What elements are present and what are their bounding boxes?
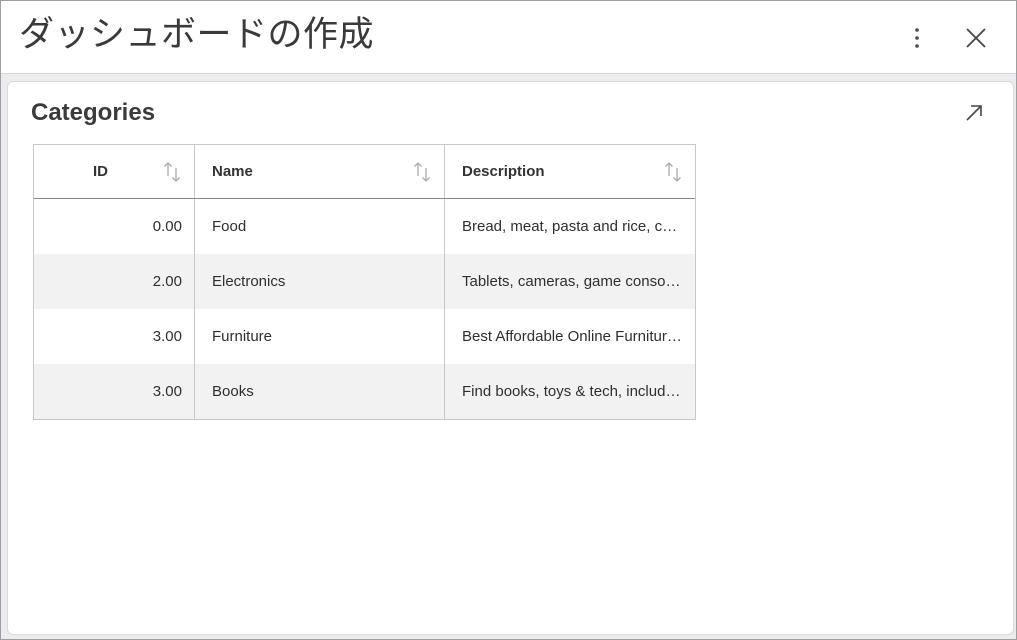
cell-description-text: Bread, meat, pasta and rice, cer… xyxy=(462,218,683,235)
cell-name: Electronics xyxy=(195,254,445,309)
table-header: ID Name Description xyxy=(34,145,695,199)
column-header-description[interactable]: Description xyxy=(445,145,695,198)
dashboard-creation-dialog: ダッシュボードの作成 Categories ID Name Descriptio… xyxy=(0,0,1017,640)
cell-description: Best Affordable Online Furnitur… xyxy=(445,309,695,364)
cell-name: Food xyxy=(195,199,445,254)
more-options-button[interactable] xyxy=(899,20,935,56)
cell-description-text: Find books, toys & tech, includi… xyxy=(462,383,683,400)
cell-name: Books xyxy=(195,364,445,419)
column-header-label: ID xyxy=(93,163,108,180)
cell-id: 3.00 xyxy=(34,309,195,364)
title-bar: ダッシュボードの作成 xyxy=(1,1,1016,74)
table-row[interactable]: 3.00 Furniture Best Affordable Online Fu… xyxy=(34,309,695,364)
sort-icon[interactable] xyxy=(412,161,432,183)
dialog-title: ダッシュボードの作成 xyxy=(19,15,375,55)
cell-description-text: Best Affordable Online Furnitur… xyxy=(462,328,682,345)
cell-id: 2.00 xyxy=(34,254,195,309)
categories-table: ID Name Description 0.00 Food Bread, mea… xyxy=(33,144,696,420)
more-vertical-icon xyxy=(915,28,919,48)
close-button[interactable] xyxy=(958,20,994,56)
cell-description-text: Tablets, cameras, game consol… xyxy=(462,273,683,290)
table-row[interactable]: 3.00 Books Find books, toys & tech, incl… xyxy=(34,364,695,419)
expand-arrow-icon xyxy=(966,105,982,121)
cell-name: Furniture xyxy=(195,309,445,364)
table-row[interactable]: 0.00 Food Bread, meat, pasta and rice, c… xyxy=(34,199,695,254)
cell-description: Bread, meat, pasta and rice, cer… xyxy=(445,199,695,254)
categories-widget: Categories ID Name Description 0.00 Food… xyxy=(7,81,1014,635)
close-icon xyxy=(966,28,986,48)
column-header-name[interactable]: Name xyxy=(195,145,445,198)
column-header-label: Description xyxy=(462,163,545,180)
sort-icon[interactable] xyxy=(663,161,683,183)
column-header-id[interactable]: ID xyxy=(34,145,195,198)
cell-description: Find books, toys & tech, includi… xyxy=(445,364,695,419)
sort-icon[interactable] xyxy=(162,161,182,183)
cell-id: 0.00 xyxy=(34,199,195,254)
expand-widget-button[interactable] xyxy=(956,95,992,131)
widget-title: Categories xyxy=(31,99,156,126)
cell-id: 3.00 xyxy=(34,364,195,419)
column-header-label: Name xyxy=(212,163,253,180)
table-row[interactable]: 2.00 Electronics Tablets, cameras, game … xyxy=(34,254,695,309)
cell-description: Tablets, cameras, game consol… xyxy=(445,254,695,309)
